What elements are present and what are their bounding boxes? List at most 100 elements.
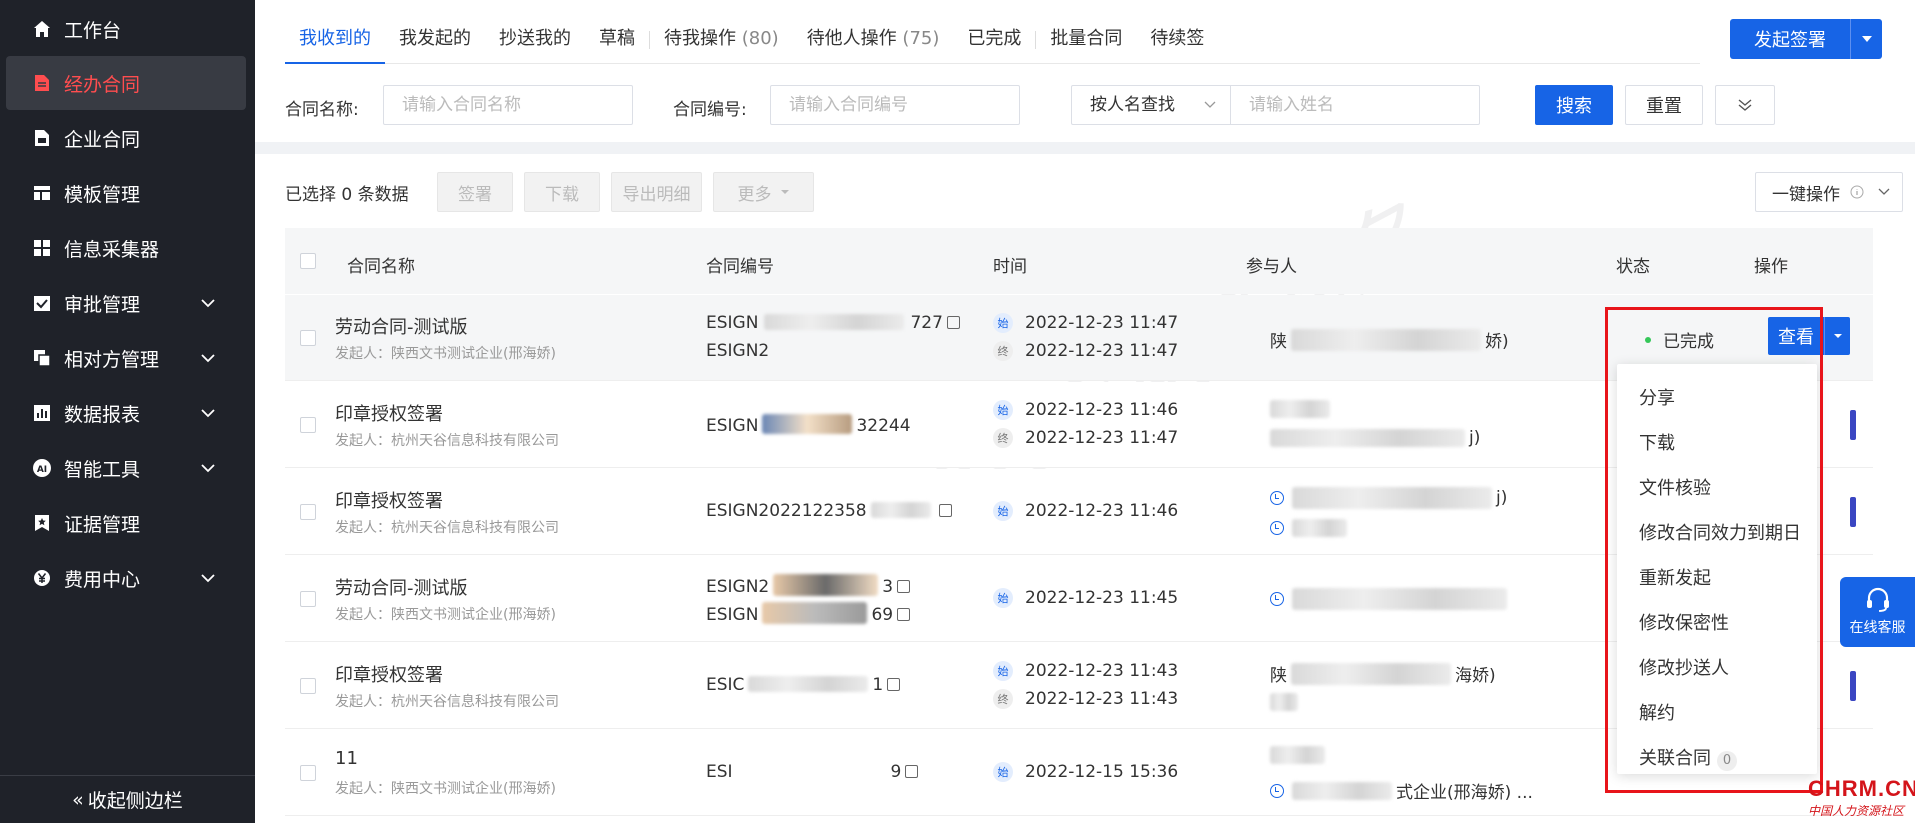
contract-sponsor: 发起人：杭州天谷信息科技有限公司 bbox=[335, 694, 559, 710]
initiate-sign-split-button: 发起签署 bbox=[1730, 19, 1882, 59]
main-content: e签宝电子签名 我收到的 我发起的 抄送我的 草稿 待我操作 (80) 待他人操… bbox=[255, 0, 1915, 823]
contract-name-input[interactable]: 请输入合同名称 bbox=[383, 85, 633, 125]
participants bbox=[1270, 588, 1507, 610]
tab-pending-me[interactable]: 待我操作 (80) bbox=[650, 20, 793, 64]
home-icon bbox=[32, 19, 52, 39]
initiate-sign-button[interactable]: 发起签署 bbox=[1730, 19, 1850, 59]
copy-icon[interactable] bbox=[946, 316, 960, 329]
file-icon bbox=[32, 128, 52, 148]
batch-sign-button[interactable]: 签署 bbox=[437, 172, 513, 212]
menu-item-modify-confidentiality[interactable]: 修改保密性 bbox=[1617, 601, 1817, 646]
contract-name[interactable]: 印章授权签署 bbox=[335, 400, 443, 426]
menu-item-download[interactable]: 下载 bbox=[1617, 421, 1817, 466]
sidebar: 工作台 经办合同 企业合同 模板管理 信息采集器 审批管理 相对方管理 数据报表… bbox=[0, 0, 255, 823]
chevron-down-icon bbox=[201, 299, 215, 308]
tab-renewal[interactable]: 待续签 bbox=[1136, 20, 1218, 64]
search-button[interactable]: 搜索 bbox=[1535, 85, 1613, 125]
expand-filters-button[interactable] bbox=[1715, 85, 1775, 125]
row-checkbox[interactable] bbox=[300, 504, 316, 520]
row-checkbox[interactable] bbox=[300, 591, 316, 607]
contract-no-text: ESI bbox=[706, 762, 733, 782]
sidebar-item-templates[interactable]: 模板管理 bbox=[6, 166, 246, 220]
sidebar-item-contracts[interactable]: 经办合同 bbox=[6, 56, 246, 110]
tab-cc[interactable]: 抄送我的 bbox=[485, 20, 585, 64]
export-details-button[interactable]: 导出明细 bbox=[611, 172, 702, 212]
menu-item-modify-expiry[interactable]: 修改合同效力到期日 bbox=[1617, 511, 1817, 556]
sidebar-item-counterparty[interactable]: 相对方管理 bbox=[6, 331, 246, 385]
tab-received[interactable]: 我收到的 bbox=[285, 20, 385, 64]
contract-name[interactable]: 11 bbox=[335, 748, 358, 769]
contract-name[interactable]: 劳动合同-测试版 bbox=[335, 574, 468, 600]
filter-bar: 合同名称: 请输入合同名称 合同编号: 请输入合同编号 按人名查找 请输入姓名 … bbox=[285, 85, 1885, 125]
menu-item-related-contracts[interactable]: 关联合同 0 bbox=[1617, 736, 1817, 781]
time-value: 2022-12-15 15:36 bbox=[1025, 762, 1179, 782]
contract-name-label: 合同名称: bbox=[285, 100, 359, 120]
copy-icon[interactable] bbox=[897, 580, 911, 593]
sidebar-item-ai-tools[interactable]: AI 智能工具 bbox=[6, 441, 246, 495]
sidebar-item-workbench[interactable]: 工作台 bbox=[6, 2, 246, 56]
batch-download-button[interactable]: 下载 bbox=[524, 172, 600, 212]
sidebar-item-evidence[interactable]: 证据管理 bbox=[6, 496, 246, 550]
end-badge: 终 bbox=[993, 428, 1013, 448]
sidebar-item-enterprise-contracts[interactable]: 企业合同 bbox=[6, 111, 246, 165]
contract-no-tail: 3 bbox=[882, 577, 894, 597]
menu-item-reinitiate[interactable]: 重新发起 bbox=[1617, 556, 1817, 601]
online-service-button[interactable]: 在线客服 bbox=[1840, 577, 1915, 647]
chevron-down-icon bbox=[201, 354, 215, 363]
contract-name[interactable]: 印章授权签署 bbox=[335, 487, 443, 513]
start-badge: 始 bbox=[993, 588, 1013, 608]
reset-button[interactable]: 重置 bbox=[1625, 85, 1703, 125]
row-checkbox[interactable] bbox=[300, 417, 316, 433]
check-square-icon bbox=[32, 293, 52, 313]
view-button[interactable]: 查看 bbox=[1768, 317, 1824, 355]
copy-icon[interactable] bbox=[897, 608, 911, 621]
redacted-text bbox=[764, 314, 905, 330]
contract-name[interactable]: 劳动合同-测试版 bbox=[335, 313, 468, 339]
one-key-action-select[interactable]: 一键操作 bbox=[1755, 172, 1903, 212]
redacted-text bbox=[1292, 588, 1507, 610]
contract-name[interactable]: 印章授权签署 bbox=[335, 661, 443, 687]
search-by-select[interactable]: 按人名查找 bbox=[1071, 85, 1231, 125]
menu-item-share[interactable]: 分享 bbox=[1617, 376, 1817, 421]
contract-no-input[interactable]: 请输入合同编号 bbox=[770, 85, 1020, 125]
tab-pending-others[interactable]: 待他人操作 (75) bbox=[793, 20, 954, 64]
redacted-text bbox=[1291, 328, 1481, 351]
sidebar-item-approval[interactable]: 审批管理 bbox=[6, 276, 246, 330]
more-actions-button[interactable]: 更多 bbox=[713, 172, 814, 212]
tab-initiated[interactable]: 我发起的 bbox=[385, 20, 485, 64]
copy-icon[interactable] bbox=[938, 504, 952, 517]
menu-item-terminate[interactable]: 解约 bbox=[1617, 691, 1817, 736]
view-more-dropdown[interactable] bbox=[1824, 317, 1850, 355]
start-time: 始 2022-12-15 15:36 bbox=[993, 762, 1178, 782]
select-all-checkbox[interactable] bbox=[300, 253, 316, 269]
copy-icon[interactable] bbox=[887, 678, 901, 691]
tab-batch[interactable]: 批量合同 bbox=[1036, 20, 1136, 64]
row-action-edge bbox=[1850, 410, 1856, 440]
row-action-edge bbox=[1850, 671, 1856, 701]
row-checkbox[interactable] bbox=[300, 330, 316, 346]
sidebar-item-collector[interactable]: 信息采集器 bbox=[6, 221, 246, 275]
tab-draft[interactable]: 草稿 bbox=[585, 20, 649, 64]
row-checkbox[interactable] bbox=[300, 678, 316, 694]
service-label: 在线客服 bbox=[1849, 620, 1906, 636]
logo-main-text: CHRM.CN bbox=[1808, 776, 1915, 801]
initiate-sign-dropdown[interactable] bbox=[1850, 19, 1882, 59]
contract-no-tail: 69 bbox=[871, 605, 894, 625]
start-time: 始 2022-12-23 11:45 bbox=[993, 588, 1178, 608]
sidebar-item-billing[interactable]: 费用中心 bbox=[6, 551, 246, 605]
collapse-sidebar-button[interactable]: « 收起侧边栏 bbox=[0, 775, 255, 823]
double-chevron-left-icon: « bbox=[72, 788, 84, 811]
col-time: 时间 bbox=[993, 257, 1027, 277]
sidebar-item-reports[interactable]: 数据报表 bbox=[6, 386, 246, 440]
menu-item-verify[interactable]: 文件核验 bbox=[1617, 466, 1817, 511]
contract-no-text: ESIC bbox=[706, 675, 745, 695]
start-time: 始 2022-12-23 11:46 bbox=[993, 501, 1178, 521]
tab-completed[interactable]: 已完成 bbox=[953, 20, 1035, 64]
bookmark-icon bbox=[32, 513, 52, 533]
menu-item-modify-cc[interactable]: 修改抄送人 bbox=[1617, 646, 1817, 691]
person-name-input[interactable]: 请输入姓名 bbox=[1230, 85, 1480, 125]
row-checkbox[interactable] bbox=[300, 765, 316, 781]
collapse-label: 收起侧边栏 bbox=[87, 790, 183, 812]
copy-icon[interactable] bbox=[905, 765, 919, 778]
start-badge: 始 bbox=[993, 313, 1013, 333]
